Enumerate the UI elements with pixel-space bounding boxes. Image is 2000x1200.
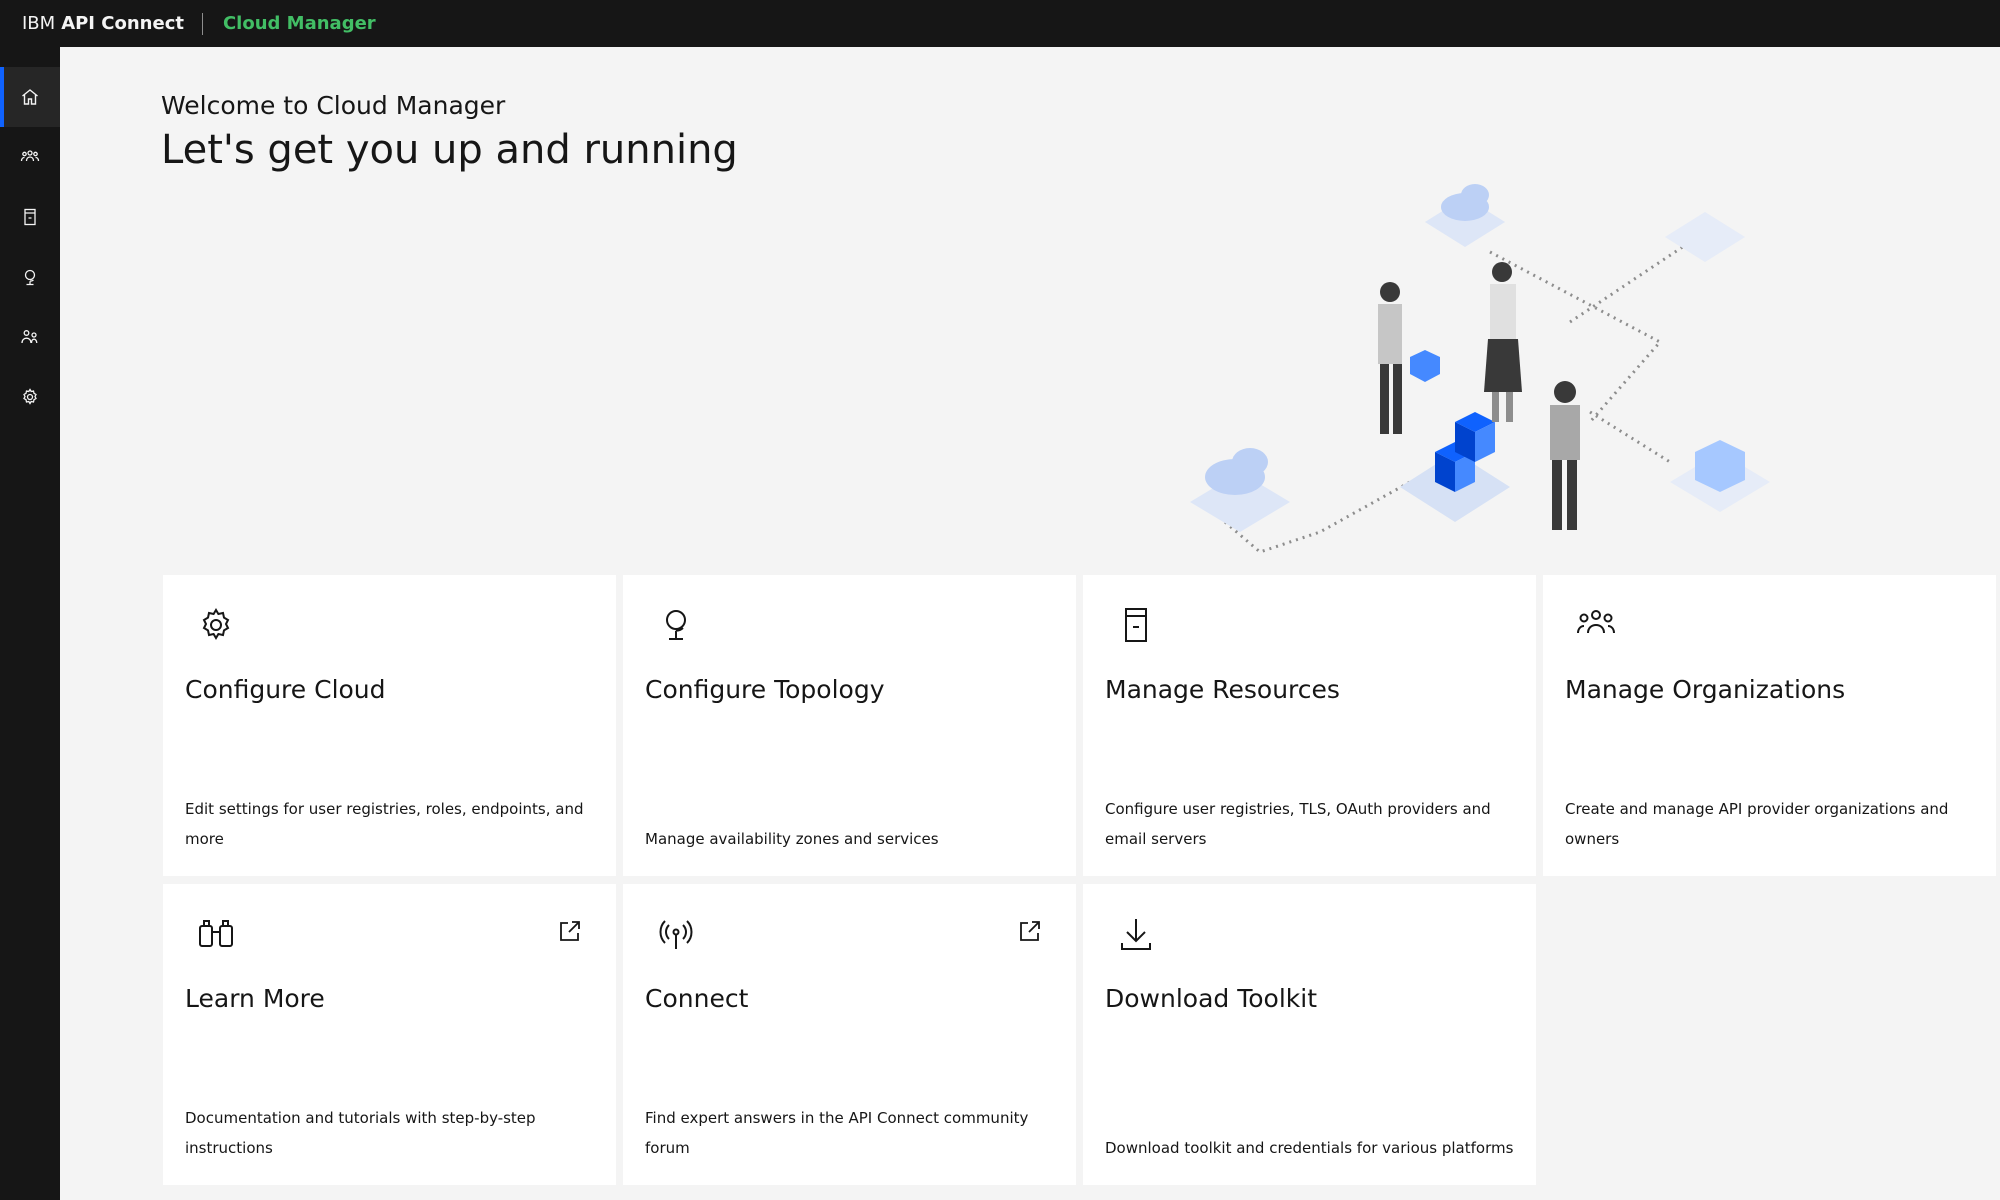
tile-title: Download Toolkit — [1105, 984, 1317, 1013]
external-link-icon — [1020, 921, 1040, 941]
side-nav — [0, 47, 60, 1200]
tile-description: Download toolkit and credentials for var… — [1105, 1139, 1514, 1157]
person-left — [1378, 282, 1402, 434]
welcome-text: Welcome to Cloud Manager — [161, 91, 506, 120]
nav-home[interactable] — [0, 67, 60, 127]
tile-description: Configure user registries, TLS, OAuth pr… — [1105, 800, 1491, 848]
topology-icon — [24, 269, 36, 286]
tile-learn-more[interactable]: Learn More Documentation and tutorials w… — [163, 884, 616, 1185]
cube-small — [1410, 350, 1440, 382]
tile-description: Create and manage API provider organizat… — [1565, 800, 1949, 848]
nav-organizations[interactable] — [0, 127, 60, 187]
platform-right — [1665, 212, 1745, 262]
cloud-left — [1205, 448, 1268, 495]
person-middle — [1484, 262, 1522, 422]
binoculars-icon — [199, 920, 233, 947]
brand[interactable]: IBM API Connect — [22, 13, 184, 34]
tile-title: Configure Topology — [645, 675, 885, 704]
tile-title: Configure Cloud — [185, 675, 386, 704]
page-headline: Let's get you up and running — [161, 127, 738, 173]
tile-configure-topology[interactable]: Configure Topology Manage availability z… — [623, 575, 1076, 876]
nav-topology[interactable] — [0, 247, 60, 307]
external-link-icon — [560, 921, 580, 941]
top-header: IBM API Connect Cloud Manager — [0, 0, 2000, 47]
nav-settings[interactable] — [0, 367, 60, 427]
tile-title: Manage Organizations — [1565, 675, 1846, 704]
nav-members[interactable] — [0, 307, 60, 367]
tile-configure-cloud[interactable]: Configure Cloud Edit settings for user r… — [163, 575, 616, 876]
tile-connect[interactable]: Connect Find expert answers in the API C… — [623, 884, 1076, 1185]
tile-title: Manage Resources — [1105, 675, 1340, 704]
server-icon — [1125, 608, 1147, 642]
organizations-icon — [20, 150, 40, 162]
cloud-top — [1441, 184, 1489, 221]
resources-icon — [24, 208, 36, 226]
tile-description: Edit settings for user registries, roles… — [185, 800, 584, 848]
main-content: Welcome to Cloud Manager Let's get you u… — [60, 47, 2000, 1200]
header-divider — [201, 12, 203, 35]
tile-download-toolkit[interactable]: Download Toolkit Download toolkit and cr… — [1083, 884, 1536, 1185]
antenna-icon — [659, 920, 693, 949]
members-icon — [21, 330, 38, 344]
tile-manage-resources[interactable]: Manage Resources Configure user registri… — [1083, 575, 1536, 876]
brand-product: API Connect — [61, 13, 184, 34]
group-icon — [1577, 610, 1615, 634]
gear-icon — [202, 608, 230, 640]
nav-resources[interactable] — [0, 187, 60, 247]
hero-illustration — [1190, 184, 1770, 554]
tile-title: Learn More — [185, 984, 325, 1013]
tile-description: Find expert answers in the API Connect c… — [645, 1109, 1029, 1157]
tile-manage-organizations[interactable]: Manage Organizations Create and manage A… — [1543, 575, 1996, 876]
tile-description: Documentation and tutorials with step-by… — [185, 1109, 536, 1157]
person-right — [1550, 381, 1580, 530]
globe-icon — [666, 610, 686, 640]
app-name[interactable]: Cloud Manager — [223, 13, 376, 34]
brand-ibm: IBM — [22, 13, 56, 34]
settings-icon — [23, 388, 37, 405]
tile-title: Connect — [645, 984, 749, 1013]
home-icon — [22, 89, 38, 105]
download-icon — [1121, 919, 1151, 950]
tile-description: Manage availability zones and services — [645, 830, 939, 848]
